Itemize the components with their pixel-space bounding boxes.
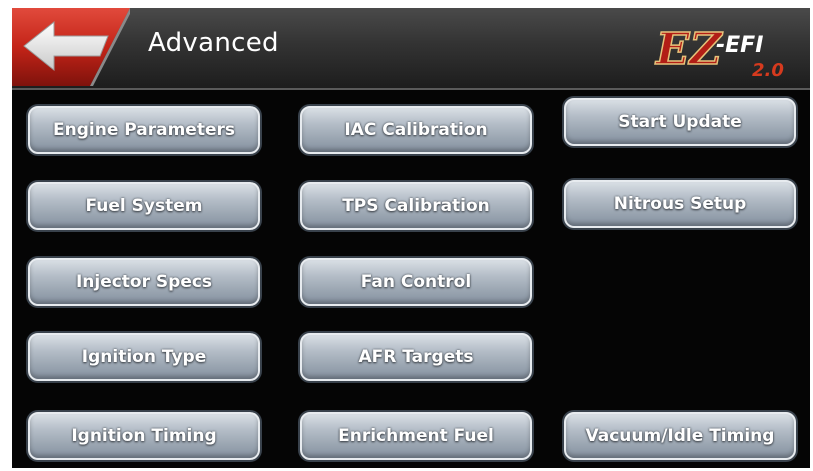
start-update-button[interactable]: Start Update — [564, 98, 796, 146]
enrichment-fuel-button[interactable]: Enrichment Fuel — [300, 412, 532, 460]
fan-control-button[interactable]: Fan Control — [300, 258, 532, 306]
afr-targets-button[interactable]: AFR Targets — [300, 333, 532, 381]
back-button[interactable] — [12, 8, 130, 86]
back-arrow-icon — [12, 8, 130, 86]
nitrous-setup-button[interactable]: Nitrous Setup — [564, 180, 796, 228]
svg-text:-EFI: -EFI — [716, 33, 763, 58]
touchscreen-display: Advanced EZ -EFI 2.0 Engine Parameters I… — [12, 8, 810, 468]
header-bar: Advanced EZ -EFI 2.0 — [12, 8, 810, 90]
ignition-type-button[interactable]: Ignition Type — [28, 333, 260, 381]
page-title: Advanced — [148, 28, 279, 58]
tps-calibration-button[interactable]: TPS Calibration — [300, 182, 532, 230]
vacuum-idle-timing-button[interactable]: Vacuum/Idle Timing — [564, 412, 796, 460]
svg-text:EZ: EZ — [654, 24, 724, 75]
engine-parameters-button[interactable]: Engine Parameters — [28, 106, 260, 154]
svg-text:2.0: 2.0 — [752, 60, 784, 81]
fuel-system-button[interactable]: Fuel System — [28, 182, 260, 230]
iac-calibration-button[interactable]: IAC Calibration — [300, 106, 532, 154]
ez-efi-logo: EZ -EFI 2.0 — [652, 18, 802, 82]
ignition-timing-button[interactable]: Ignition Timing — [28, 412, 260, 460]
injector-specs-button[interactable]: Injector Specs — [28, 258, 260, 306]
